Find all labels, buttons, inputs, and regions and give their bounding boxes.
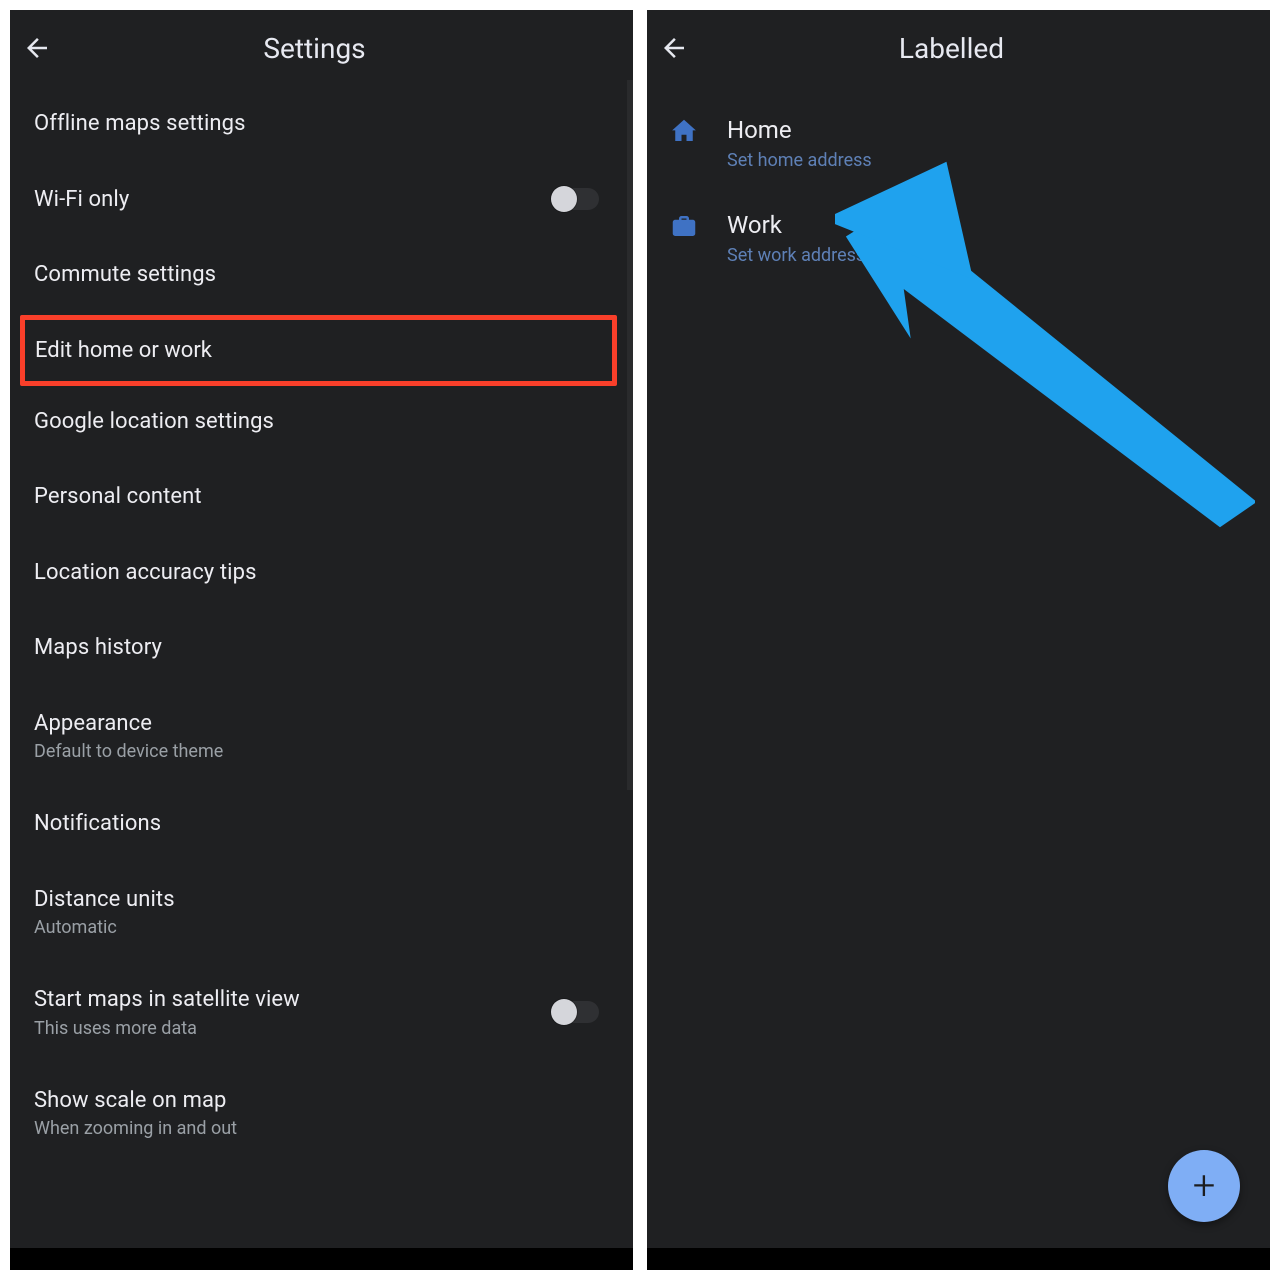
labelled-row-home[interactable]: Home Set home address: [647, 102, 1270, 197]
settings-item-wifi-only[interactable]: Wi-Fi only: [10, 162, 633, 238]
settings-item-maps-history[interactable]: Maps history: [10, 610, 633, 686]
settings-item-label: Appearance: [34, 710, 609, 738]
settings-item-secondary: Default to device theme: [34, 741, 609, 762]
phone-labelled: Labelled Home Set home address Work Set …: [647, 10, 1270, 1270]
settings-item-show-scale[interactable]: Show scale on map When zooming in and ou…: [10, 1063, 633, 1164]
settings-list: Offline maps settings Wi-Fi only Commute…: [10, 86, 633, 1163]
titlebar: Labelled: [647, 10, 1270, 86]
settings-item-label: Notifications: [34, 810, 609, 838]
toggle-satellite-view[interactable]: [551, 1001, 599, 1023]
settings-item-appearance[interactable]: Appearance Default to device theme: [10, 686, 633, 787]
settings-item-location-accuracy[interactable]: Location accuracy tips: [10, 535, 633, 611]
settings-item-secondary: When zooming in and out: [34, 1118, 609, 1139]
settings-item-offline-maps[interactable]: Offline maps settings: [10, 86, 633, 162]
settings-item-label: Personal content: [34, 483, 609, 511]
add-label-fab[interactable]: +: [1168, 1150, 1240, 1222]
settings-item-satellite-view[interactable]: Start maps in satellite view This uses m…: [10, 962, 633, 1063]
labelled-row-secondary: Set work address: [727, 245, 865, 266]
settings-item-label: Maps history: [34, 634, 609, 662]
settings-item-label: Distance units: [34, 886, 609, 914]
labelled-row-label: Home: [727, 116, 872, 144]
page-title: Labelled: [647, 32, 1258, 65]
labelled-row-label: Work: [727, 211, 865, 239]
settings-item-label: Commute settings: [34, 261, 609, 289]
settings-item-commute[interactable]: Commute settings: [10, 237, 633, 313]
nav-bar: [647, 1248, 1270, 1270]
highlighted-settings-item[interactable]: Edit home or work: [20, 315, 617, 386]
toggle-wifi-only[interactable]: [551, 188, 599, 210]
nav-bar: [10, 1248, 633, 1270]
page-title: Settings: [10, 32, 621, 65]
settings-item-secondary: This uses more data: [34, 1018, 300, 1039]
phone-settings: Settings Offline maps settings Wi-Fi onl…: [10, 10, 633, 1270]
settings-item-personal-content[interactable]: Personal content: [10, 459, 633, 535]
settings-item-label: Edit home or work: [35, 338, 602, 363]
settings-item-label: Google location settings: [34, 408, 609, 436]
labelled-row-work[interactable]: Work Set work address: [647, 197, 1270, 292]
settings-item-google-location[interactable]: Google location settings: [10, 384, 633, 460]
titlebar: Settings: [10, 10, 633, 86]
settings-item-distance-units[interactable]: Distance units Automatic: [10, 862, 633, 963]
plus-icon: +: [1193, 1166, 1216, 1206]
home-icon: [669, 116, 699, 146]
labelled-list: Home Set home address Work Set work addr…: [647, 86, 1270, 292]
settings-item-secondary: Automatic: [34, 917, 609, 938]
settings-item-label: Wi-Fi only: [34, 186, 129, 214]
labelled-row-secondary: Set home address: [727, 150, 872, 171]
settings-item-label: Start maps in satellite view: [34, 986, 300, 1014]
settings-item-label: Location accuracy tips: [34, 559, 609, 587]
settings-item-label: Show scale on map: [34, 1087, 609, 1115]
settings-item-label: Offline maps settings: [34, 110, 609, 138]
settings-item-notifications[interactable]: Notifications: [10, 786, 633, 862]
briefcase-icon: [669, 211, 699, 241]
